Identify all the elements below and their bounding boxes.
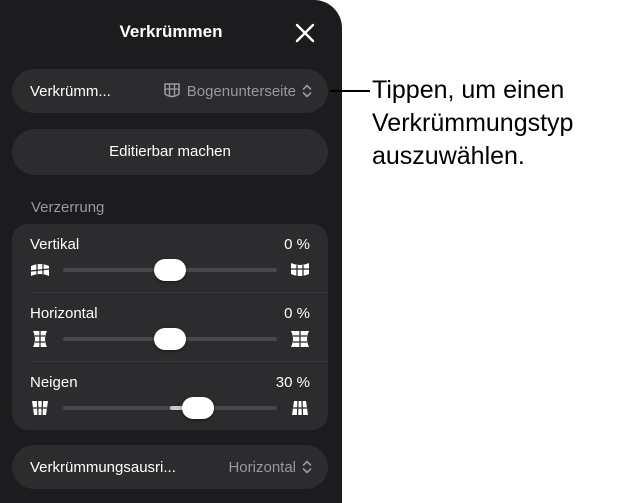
panel-title: Verkrümmen [119, 22, 223, 41]
vertical-warp-minus-icon [30, 263, 50, 276]
warp-orientation-selector[interactable]: Verkrümmungsausri... Horizontal [12, 445, 328, 489]
warp-type-selector[interactable]: Verkrümm... Bogenunterseite [12, 69, 328, 113]
warp-panel: Verkrümmen Verkrümm... Bogenunterseite E… [0, 0, 342, 503]
arch-bottom-icon [163, 83, 180, 98]
slider-value: 0 % [284, 305, 310, 322]
slider-label: Neigen [30, 374, 78, 391]
slider-value: 0 % [284, 236, 310, 253]
warp-type-label: Verkrümm... [30, 82, 111, 100]
close-icon [295, 23, 315, 43]
slider-row-vertical: Vertikal 0 % [12, 224, 328, 292]
slider-label: Vertikal [30, 236, 80, 253]
chevron-up-down-icon [302, 460, 312, 474]
distortion-section-title: Verzerrung [31, 199, 105, 216]
slider-row-bend: Neigen 30 % [12, 362, 328, 430]
bend-minus-icon [32, 400, 48, 416]
chevron-up-down-icon [302, 84, 312, 98]
warp-type-value: Bogenunterseite [186, 82, 296, 100]
warp-orientation-label: Verkrümmungsausri... [30, 458, 176, 476]
callout-line-2: Verkrümmungstyp [372, 109, 574, 137]
callout-line-1: Tippen, um einen [372, 76, 565, 104]
horizontal-warp-plus-icon [291, 331, 309, 347]
slider-row-horizontal: Horizontal 0 % [12, 293, 328, 361]
warp-orientation-value: Horizontal [228, 458, 296, 476]
warp-type-value-group: Bogenunterseite [163, 82, 312, 100]
callout-line [330, 90, 370, 92]
callout-text: Tippen, um einen Verkrümmungstyp auszuwä… [372, 74, 616, 173]
slider-track-bend[interactable] [63, 397, 277, 419]
distortion-group: Vertikal 0 % Horizontal 0 % Neigen 30 % [12, 224, 328, 430]
warp-orientation-value-group: Horizontal [222, 459, 312, 476]
bend-plus-icon [292, 400, 308, 416]
slider-track-horizontal[interactable] [63, 328, 277, 350]
stage: Verkrümmen Verkrümm... Bogenunterseite E… [0, 0, 620, 503]
close-button[interactable] [292, 20, 318, 46]
slider-label: Horizontal [30, 305, 98, 322]
slider-thumb[interactable] [154, 328, 186, 350]
horizontal-warp-minus-icon [33, 331, 47, 347]
slider-thumb[interactable] [181, 397, 214, 419]
callout-line-3: auszuwählen. [372, 142, 525, 170]
make-editable-button[interactable]: Editierbar machen [12, 129, 328, 175]
slider-track-vertical[interactable] [63, 259, 277, 281]
vertical-warp-plus-icon [291, 263, 309, 276]
slider-thumb[interactable] [154, 259, 186, 281]
slider-value: 30 % [275, 374, 310, 391]
